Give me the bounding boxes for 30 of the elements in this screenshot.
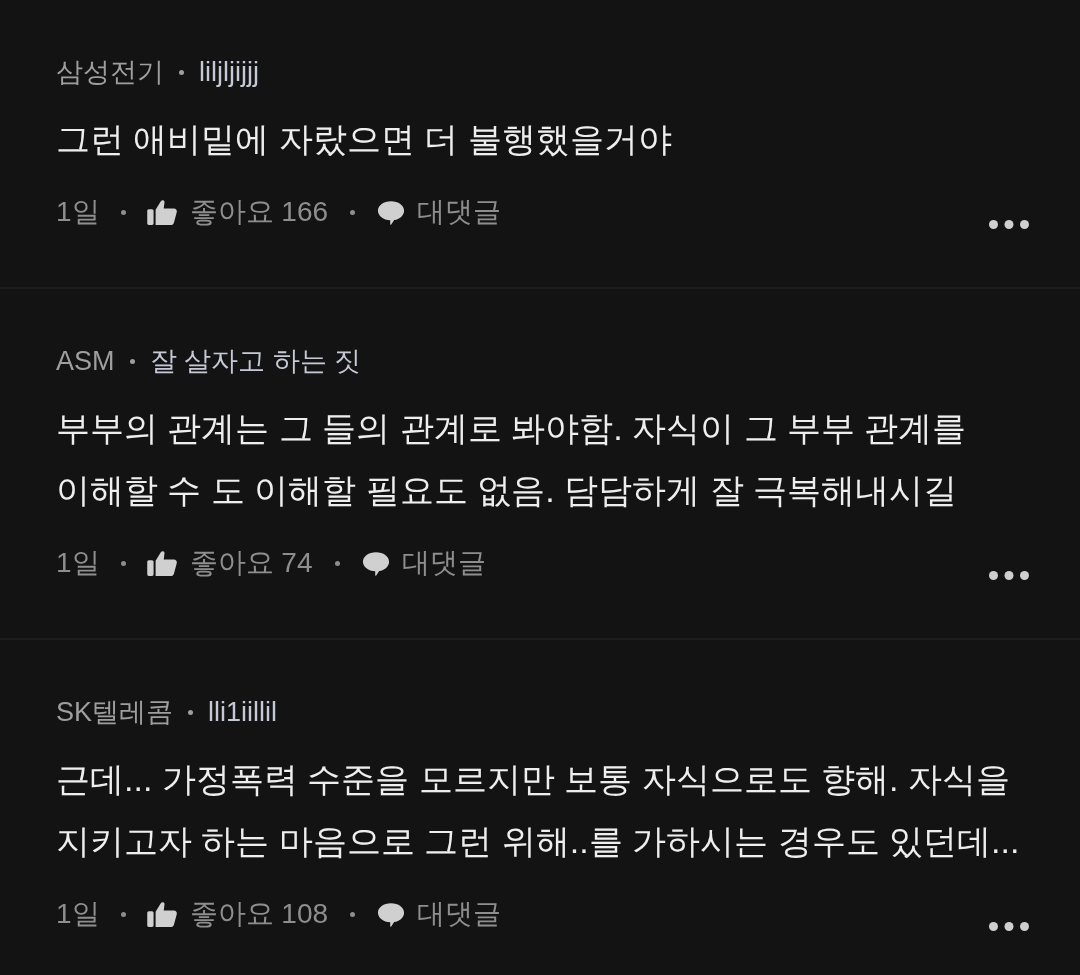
affiliation-text: SK텔레콤 xyxy=(56,696,174,729)
time-text: 1일 xyxy=(56,897,100,931)
reply-button[interactable]: 대댓글 xyxy=(377,192,502,232)
like-button[interactable]: 좋아요 166 xyxy=(146,192,329,232)
nickname-link[interactable]: liljljijjj xyxy=(199,52,259,92)
time-text: 1일 xyxy=(56,195,100,229)
affiliation-text: 삼성전기 xyxy=(56,56,164,89)
time-text: 1일 xyxy=(56,546,100,580)
more-icon xyxy=(989,220,1029,229)
comment-text: 부부의 관계는 그 들의 관계로 봐야함. 자식이 그 부부 관계를 이해할 수 도 이해할 필요도 없음. 담담하게 잘 극복해내시길 xyxy=(56,408,968,511)
thumbs-up-icon xyxy=(146,901,178,927)
speech-bubble-icon xyxy=(377,199,406,225)
reply-button[interactable]: 대댓글 xyxy=(361,543,486,583)
more-button[interactable] xyxy=(989,571,1029,580)
comment-text: 근데... 가정폭력 수준을 모르지만 보통 자식으로도 향해. 자식을 지키고자 하는 마음으로 그런 위해..를 가하시는 경우도 있던데... xyxy=(56,759,1021,862)
thumbs-up-icon xyxy=(146,550,178,576)
reply-button[interactable]: 대댓글 xyxy=(377,894,502,934)
nickname-link[interactable]: lli1iillil xyxy=(208,692,278,732)
thumbs-up-icon xyxy=(146,199,178,225)
more-button[interactable] xyxy=(989,220,1029,229)
affiliation-text: ASM xyxy=(56,345,115,378)
like-button[interactable]: 좋아요 108 xyxy=(146,894,329,934)
more-icon xyxy=(989,922,1029,931)
nickname-link[interactable]: 잘 살자고 하는 짓 xyxy=(149,341,362,381)
speech-bubble-icon xyxy=(361,550,390,576)
more-icon xyxy=(989,571,1029,580)
like-button[interactable]: 좋아요 74 xyxy=(146,543,313,583)
speech-bubble-icon xyxy=(377,901,406,927)
more-button[interactable] xyxy=(989,922,1029,931)
comment-text: 그런 애비밑에 자랐으면 더 불행했을거야 xyxy=(56,119,673,160)
